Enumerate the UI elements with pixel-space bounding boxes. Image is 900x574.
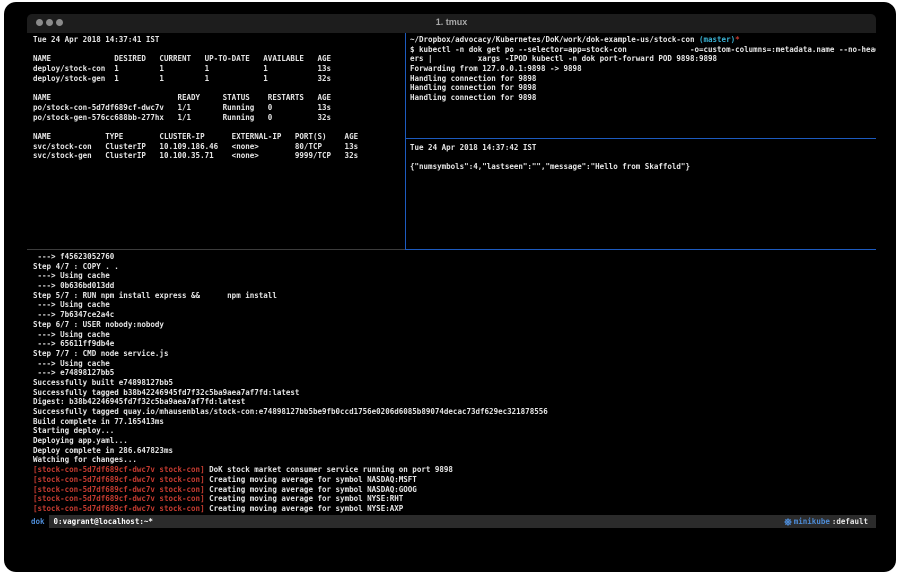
terminal-line: deploy/stock-con 1 1 1 1 13s <box>33 64 401 74</box>
terminal-line: ---> f45623052760 <box>33 252 876 262</box>
terminal-line: $ kubectl -n dok get po --selector=app=s… <box>410 45 876 55</box>
terminal-line: Successfully tagged b38b42246945fd7f32c5… <box>33 388 876 398</box>
pane-border-bottom-right[interactable] <box>405 249 876 250</box>
screenshot-page: 1. tmux Tue 24 Apr 2018 14:37:41 IST NAM… <box>0 0 900 574</box>
terminal-line: ~/Dropbox/advocacy/Kubernetes/DoK/work/d… <box>410 35 876 45</box>
terminal-line: NAME DESIRED CURRENT UP-TO-DATE AVAILABL… <box>33 54 401 64</box>
terminal-window: 1. tmux Tue 24 Apr 2018 14:37:41 IST NAM… <box>4 2 896 572</box>
terminal-line: NAME TYPE CLUSTER-IP EXTERNAL-IP PORT(S)… <box>33 132 401 142</box>
terminal-line: ---> 7b6347ce2a4c <box>33 310 876 320</box>
pane-port-forward[interactable]: ~/Dropbox/advocacy/Kubernetes/DoK/work/d… <box>406 33 876 138</box>
terminal-line: Step 6/7 : USER nobody:nobody <box>33 320 876 330</box>
terminal-line: Successfully built e74898127bb5 <box>33 378 876 388</box>
kube-context-name: minikube <box>794 515 830 528</box>
pane-border-bottom-left[interactable] <box>27 249 405 250</box>
terminal-line: deploy/stock-gen 1 1 1 1 32s <box>33 74 401 84</box>
terminal-line: Step 5/7 : RUN npm install express && np… <box>33 291 876 301</box>
terminal-line: Build complete in 77.165413ms <box>33 417 876 427</box>
terminal-line: NAME READY STATUS RESTARTS AGE <box>33 93 401 103</box>
terminal-line: [stock-con-5d7df689cf-dwc7v stock-con] C… <box>33 485 876 495</box>
terminal-line: Digest: b38b42246945fd7f32c5ba9aea7af7fd… <box>33 397 876 407</box>
terminal-line: Forwarding from 127.0.0.1:9898 -> 9898 <box>410 64 876 74</box>
tmux-terminal: Tue 24 Apr 2018 14:37:41 IST NAME DESIRE… <box>27 33 876 528</box>
terminal-line <box>33 45 401 55</box>
terminal-line: po/stock-con-5d7df689cf-dwc7v 1/1 Runnin… <box>33 103 401 113</box>
terminal-line: Deploy complete in 286.647823ms <box>33 446 876 456</box>
terminal-line: Handling connection for 9898 <box>410 74 876 84</box>
terminal-line: [stock-con-5d7df689cf-dwc7v stock-con] D… <box>33 465 876 475</box>
pane-border-right-split[interactable] <box>406 138 876 139</box>
terminal-line <box>410 153 876 163</box>
terminal-line: Tue 24 Apr 2018 14:37:42 IST <box>410 143 876 153</box>
terminal-line: Step 7/7 : CMD node service.js <box>33 349 876 359</box>
pane-curl-output[interactable]: Tue 24 Apr 2018 14:37:42 IST {"numsymbol… <box>406 139 876 249</box>
terminal-line: ---> Using cache <box>33 359 876 369</box>
terminal-line: Successfully tagged quay.io/mhausenblas/… <box>33 407 876 417</box>
terminal-line <box>33 122 401 132</box>
session-name-badge: dok <box>27 515 49 528</box>
terminal-line: ---> Using cache <box>33 300 876 310</box>
terminal-line: Watching for changes... <box>33 455 876 465</box>
terminal-line: [stock-con-5d7df689cf-dwc7v stock-con] C… <box>33 475 876 485</box>
kube-context-status: minikube:default <box>784 515 868 528</box>
terminal-line: po/stock-gen-576cc688bb-277hx 1/1 Runnin… <box>33 113 401 123</box>
terminal-line: ---> Using cache <box>33 330 876 340</box>
terminal-line: {"numsymbols":4,"lastseen":"","message":… <box>410 162 876 172</box>
terminal-line: Handling connection for 9898 <box>410 83 876 93</box>
terminal-line: ---> 0b636bd013dd <box>33 281 876 291</box>
terminal-line: Deploying app.yaml... <box>33 436 876 446</box>
terminal-line: Step 4/7 : COPY . . <box>33 262 876 272</box>
terminal-line: svc/stock-con ClusterIP 10.109.186.46 <n… <box>33 142 401 152</box>
window-item-active[interactable]: 0:vagrant@localhost:~* <box>54 515 153 528</box>
terminal-line: ers | xargs -IPOD kubectl -n dok port-fo… <box>410 54 876 64</box>
terminal-line: [stock-con-5d7df689cf-dwc7v stock-con] C… <box>33 494 876 504</box>
pane-border-vertical[interactable] <box>405 33 406 249</box>
tmux-status-bar: dok 0:vagrant@localhost:~* minikube:defa… <box>27 515 876 528</box>
window-titlebar[interactable]: 1. tmux <box>27 14 876 33</box>
terminal-line: svc/stock-gen ClusterIP 10.100.35.71 <no… <box>33 151 401 161</box>
kubernetes-helm-icon <box>784 518 792 526</box>
terminal-line: Starting deploy... <box>33 426 876 436</box>
window-title: 1. tmux <box>27 17 876 27</box>
kube-namespace: :default <box>832 515 868 528</box>
terminal-line: ---> e74898127bb5 <box>33 368 876 378</box>
pane-kubectl-watch[interactable]: Tue 24 Apr 2018 14:37:41 IST NAME DESIRE… <box>27 33 401 249</box>
terminal-line: [stock-con-5d7df689cf-dwc7v stock-con] C… <box>33 504 876 514</box>
terminal-line: Handling connection for 9898 <box>410 93 876 103</box>
pane-skaffold-log[interactable]: ---> f45623052760Step 4/7 : COPY . . ---… <box>27 250 876 515</box>
terminal-line: ---> Using cache <box>33 271 876 281</box>
terminal-line: Tue 24 Apr 2018 14:37:41 IST <box>33 35 401 45</box>
terminal-line: ---> 65611ff9db4e <box>33 339 876 349</box>
terminal-line <box>33 83 401 93</box>
